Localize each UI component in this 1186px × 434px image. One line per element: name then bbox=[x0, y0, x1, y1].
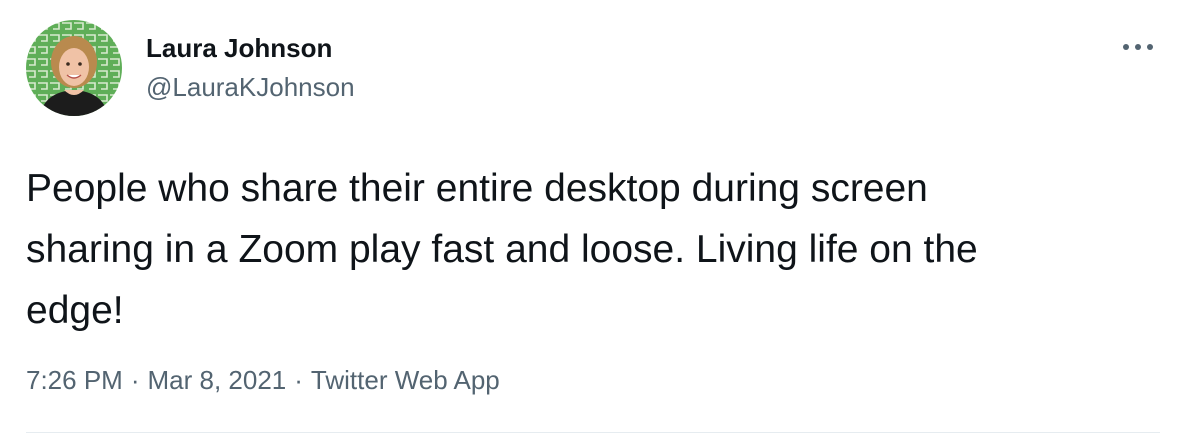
tweet-time[interactable]: 7:26 PM bbox=[26, 365, 123, 395]
profile-photo-icon bbox=[26, 20, 122, 116]
divider bbox=[26, 432, 1160, 433]
display-name[interactable]: Laura Johnson bbox=[146, 33, 332, 63]
tweet-date[interactable]: Mar 8, 2021 bbox=[148, 365, 287, 395]
meta-separator: · bbox=[294, 365, 303, 395]
user-handle[interactable]: @LauraKJohnson bbox=[146, 72, 355, 102]
more-options-button[interactable] bbox=[1116, 30, 1160, 64]
tweet: Laura Johnson @LauraKJohnson People who … bbox=[0, 0, 1186, 434]
tweet-text: People who share their entire desktop du… bbox=[26, 167, 978, 332]
tweet-metadata: 7:26 PM · Mar 8, 2021 · Twitter Web App bbox=[26, 364, 500, 396]
tweet-source[interactable]: Twitter Web App bbox=[311, 365, 500, 395]
avatar[interactable] bbox=[26, 20, 122, 116]
ellipsis-icon bbox=[1123, 44, 1153, 50]
meta-separator: · bbox=[130, 365, 140, 395]
